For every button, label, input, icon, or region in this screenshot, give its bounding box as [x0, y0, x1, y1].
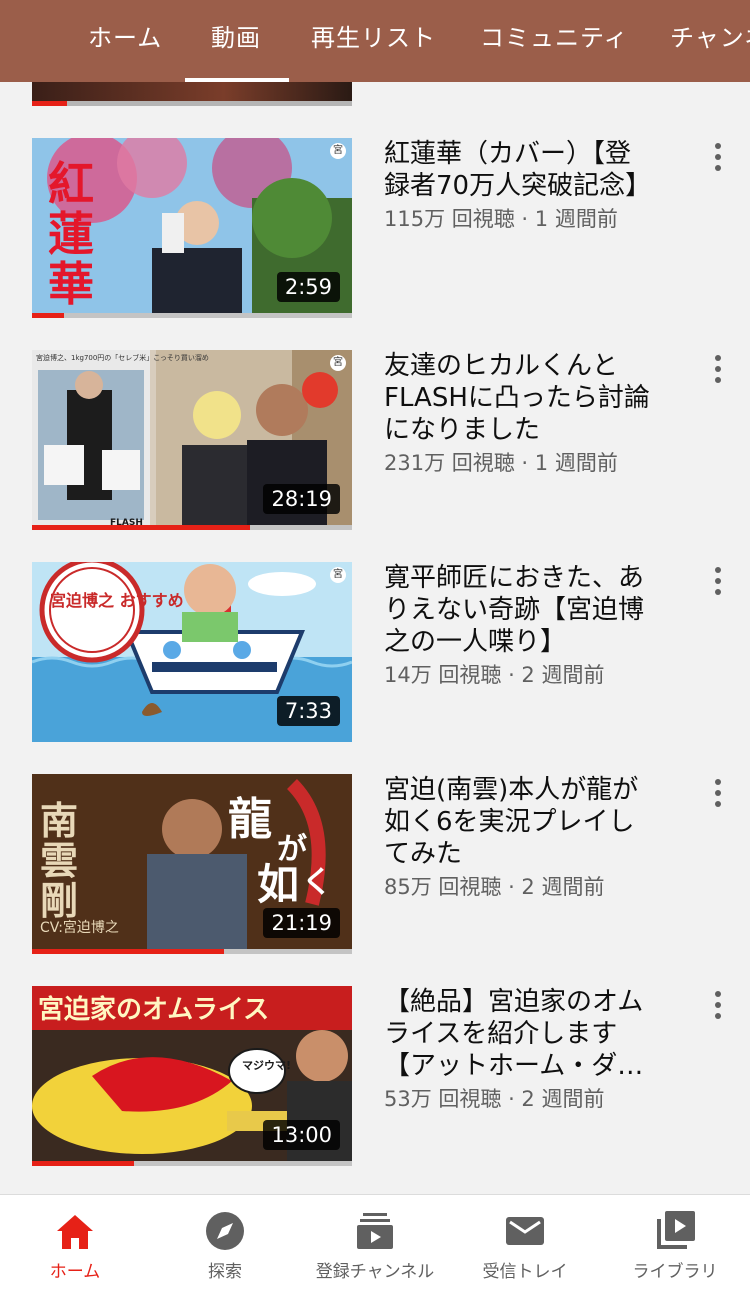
duration-label: 2:59: [276, 272, 340, 302]
video-stats: 231万 回視聴 · 1 週間前: [384, 451, 618, 475]
nav-explore[interactable]: 探索: [150, 1195, 300, 1289]
duration-label: 13:00: [263, 1120, 340, 1150]
watch-progress-bar: [32, 949, 352, 954]
nav-inbox[interactable]: 受信トレイ: [450, 1195, 600, 1289]
svg-text:マジウマ!: マジウマ!: [242, 1059, 291, 1072]
video-stats: 85万 回視聴 · 2 週間前: [384, 875, 605, 899]
svg-text:宮迫博之 おすすめ: 宮迫博之 おすすめ: [50, 591, 184, 610]
more-options-icon[interactable]: [706, 140, 730, 174]
video-thumbnail[interactable]: 宮迫博之、1kg700円の「セレブ米」こっそり買い溜め FLASH 宮 28:1…: [32, 350, 352, 530]
video-meta: 寛平師匠におきた、あ りえない奇跡【宮迫博 之の一人喋り】 14万 回視聴 · …: [384, 562, 684, 690]
channel-tab-bar: ホーム 動画 再生リスト コミュニティ チャンネル: [0, 0, 750, 82]
video-title[interactable]: 友達のヒカルくんと FLASHに凸ったら討論 になりました: [384, 350, 684, 446]
video-item[interactable]: 宮迫博之 おすすめ 宮 7:33 寛平師匠におきた、あ りえない奇跡【宮迫博 之…: [0, 562, 750, 742]
svg-text:宮迫博之、1kg700円の「セレブ米」こっそり買い溜め: 宮迫博之、1kg700円の「セレブ米」こっそり買い溜め: [36, 353, 209, 362]
video-thumbnail[interactable]: 南 雲 剛 龍 が 如 く CV:宮迫博之 21:19: [32, 774, 352, 954]
video-stats: 115万 回視聴 · 1 週間前: [384, 207, 618, 231]
channel-badge: 宮: [330, 143, 346, 159]
video-meta: 紅蓮華（カバー）【登 録者70万人突破記念】 115万 回視聴 · 1 週間前: [384, 138, 684, 234]
svg-text:紅: 紅: [48, 157, 94, 211]
video-stats: 53万 回視聴 · 2 週間前: [384, 1087, 605, 1111]
video-meta: 友達のヒカルくんと FLASHに凸ったら討論 になりました 231万 回視聴 ·…: [384, 350, 684, 478]
video-title[interactable]: 紅蓮華（カバー）【登 録者70万人突破記念】: [384, 138, 684, 202]
video-thumbnail[interactable]: マジウマ! 宮迫家のオムライス 13:00: [32, 986, 352, 1166]
svg-text:蓮: 蓮: [48, 207, 94, 261]
nav-label: 登録チャンネル: [315, 1262, 435, 1282]
svg-text:CV:宮迫博之: CV:宮迫博之: [40, 919, 119, 936]
watch-progress-bar: [32, 101, 352, 106]
svg-text:剛: 剛: [40, 878, 78, 923]
watch-progress-bar: [32, 1161, 352, 1166]
video-list: 紅 蓮 華 宮 2:59 紅蓮華（カバー）【登 録者70万人突破記念】 115万…: [0, 82, 750, 1194]
video-meta: 【絶品】宮迫家のオム ライスを紹介します 【アットホーム・ダ… 53万 回視聴 …: [384, 986, 684, 1114]
svg-text:宮迫家のオムライス: 宮迫家のオムライス: [38, 994, 269, 1025]
watch-progress-bar: [32, 313, 352, 318]
nav-library[interactable]: ライブラリ: [600, 1195, 750, 1289]
partial-video-thumbnail[interactable]: [32, 82, 352, 106]
svg-text:龍: 龍: [228, 794, 272, 845]
nav-label: 探索: [208, 1262, 242, 1282]
duration-label: 7:33: [276, 696, 340, 726]
video-item[interactable]: 紅 蓮 華 宮 2:59 紅蓮華（カバー）【登 録者70万人突破記念】 115万…: [0, 138, 750, 318]
inbox-icon: [506, 1217, 544, 1245]
video-item[interactable]: 宮迫博之、1kg700円の「セレブ米」こっそり買い溜め FLASH 宮 28:1…: [0, 350, 750, 530]
more-options-icon[interactable]: [706, 988, 730, 1022]
video-title[interactable]: 宮迫(南雲)本人が龍が 如く6を実況プレイし てみた: [384, 774, 684, 870]
library-icon: [657, 1211, 695, 1249]
nav-label: ホーム: [49, 1262, 101, 1282]
tab-videos[interactable]: 動画: [185, 0, 289, 82]
nav-label: 受信トレイ: [482, 1262, 568, 1282]
tab-playlists[interactable]: 再生リスト: [311, 0, 436, 82]
more-options-icon[interactable]: [706, 776, 730, 810]
video-item[interactable]: マジウマ! 宮迫家のオムライス 13:00 【絶品】宮迫家のオム ライスを紹介し…: [0, 986, 750, 1166]
home-icon: [57, 1215, 93, 1249]
tab-community[interactable]: コミュニティ: [480, 0, 629, 82]
svg-text:南: 南: [40, 798, 78, 843]
video-item[interactable]: 南 雲 剛 龍 が 如 く CV:宮迫博之 21:19 宮迫(南雲)本人が龍が …: [0, 774, 750, 954]
svg-text:く: く: [302, 865, 332, 900]
nav-subscriptions[interactable]: 登録チャンネル: [300, 1195, 450, 1289]
duration-label: 28:19: [263, 484, 340, 514]
svg-text:雲: 雲: [40, 838, 78, 883]
more-options-icon[interactable]: [706, 564, 730, 598]
nav-label: ライブラリ: [632, 1262, 718, 1282]
svg-text:如: 如: [257, 860, 299, 909]
video-stats: 14万 回視聴 · 2 週間前: [384, 663, 605, 687]
tab-channels[interactable]: チャンネル: [670, 0, 750, 82]
watch-progress-bar: [32, 525, 352, 530]
nav-home[interactable]: ホーム: [0, 1195, 150, 1289]
more-options-icon[interactable]: [706, 352, 730, 386]
tab-home[interactable]: ホーム: [88, 0, 162, 82]
video-title[interactable]: 寛平師匠におきた、あ りえない奇跡【宮迫博 之の一人喋り】: [384, 562, 684, 658]
video-meta: 宮迫(南雲)本人が龍が 如く6を実況プレイし てみた 85万 回視聴 · 2 週…: [384, 774, 684, 902]
svg-text:華: 華: [48, 257, 94, 311]
channel-badge: 宮: [330, 355, 346, 371]
bottom-navigation: ホーム 探索 登録チャンネル 受信トレイ ライブラリ: [0, 1194, 750, 1289]
video-title[interactable]: 【絶品】宮迫家のオム ライスを紹介します 【アットホーム・ダ…: [384, 986, 684, 1082]
subscriptions-icon: [357, 1213, 393, 1249]
channel-badge: 宮: [330, 567, 346, 583]
video-thumbnail[interactable]: 紅 蓮 華 宮 2:59: [32, 138, 352, 318]
duration-label: 21:19: [263, 908, 340, 938]
explore-icon: [206, 1212, 244, 1250]
video-thumbnail[interactable]: 宮迫博之 おすすめ 宮 7:33: [32, 562, 352, 742]
